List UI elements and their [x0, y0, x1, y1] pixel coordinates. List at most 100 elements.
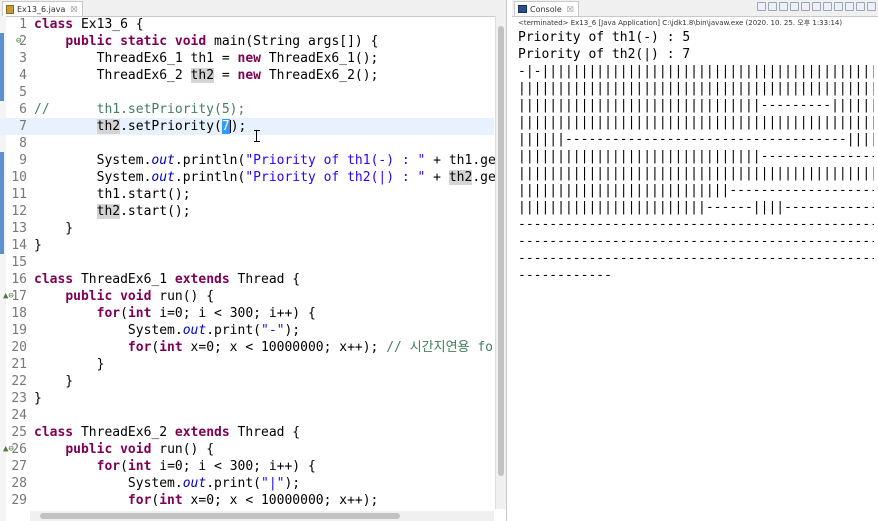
display-selected-console-icon[interactable]	[834, 2, 843, 11]
code-line[interactable]: 21 }	[0, 356, 494, 373]
remove-all-icon[interactable]	[779, 2, 788, 11]
fold-icon[interactable]: ⊖	[16, 33, 21, 50]
console-line: |||||||||||||||||||||||||||||||---------…	[518, 98, 874, 113]
code-line[interactable]: 14}	[0, 237, 494, 254]
line-number: 6	[19, 102, 27, 117]
code-line[interactable]: 17 ▲⊖ public void run() {	[0, 288, 494, 305]
code-text: System.out.print("-");	[34, 323, 301, 338]
code-text: for(int x=0; x < 10000000; x++);	[127, 493, 379, 508]
code-line[interactable]: 7 th2.setPriority(7);	[0, 118, 494, 135]
code-line[interactable]: 28 System.out.print("|");	[0, 475, 494, 492]
code-line[interactable]: 27 for(int i=0; i < 300; i++) {	[0, 458, 494, 475]
console-line: ||||||||||||||||||||||||||||||||||||||||…	[518, 81, 874, 96]
line-number: 21	[11, 357, 27, 372]
line-number: 10	[11, 170, 27, 185]
terminate-icon[interactable]	[757, 2, 766, 11]
console-line: -|-|||||||||||||||||||||||||||||||||||||…	[518, 64, 874, 79]
code-text: }	[34, 238, 42, 253]
code-line[interactable]: 16 class ThreadEx6_1 extends Thread {	[0, 271, 494, 288]
line-number: 20	[11, 340, 27, 355]
word-wrap-icon[interactable]	[812, 2, 821, 11]
line-number: 22	[11, 374, 27, 389]
code-text: class ThreadEx6_1 extends Thread {	[34, 272, 301, 287]
code-line[interactable]: 5	[0, 84, 494, 101]
code-line[interactable]: 2 ⊖ public static void main(String args[]…	[0, 33, 494, 50]
override-fold-icon[interactable]: ▲⊖	[3, 288, 14, 305]
code-line[interactable]: 18 for(int i=0; i < 300; i++) {	[0, 305, 494, 322]
line-number: 9	[19, 153, 27, 168]
close-icon[interactable]: ☒	[70, 5, 77, 14]
console-line: ||||||||||||||||||||||||||||||||||||||||…	[518, 115, 874, 130]
code-text: class ThreadEx6_2 extends Thread {	[34, 425, 301, 440]
line-number: 29	[11, 493, 27, 508]
code-line[interactable]: 29 for(int x=0; x < 10000000; x++);	[0, 492, 494, 509]
code-line[interactable]: 11 th1.start();	[0, 186, 494, 203]
caret	[229, 120, 231, 133]
code-line[interactable]: 22 }	[0, 373, 494, 390]
code-line[interactable]: 9 System.out.println("Priority of th1(-)…	[0, 152, 496, 169]
open-console-icon[interactable]	[845, 2, 854, 11]
code-text: ThreadEx6_1 th1 = new ThreadEx6_1();	[34, 51, 379, 66]
java-file-icon	[6, 4, 14, 14]
code-line[interactable]: 26 ▲⊖ public void run() {	[0, 441, 494, 458]
code-line[interactable]: 23}	[0, 390, 494, 407]
code-line[interactable]: 6 // th1.setPriority(5);	[0, 101, 494, 118]
scrollbar-thumb[interactable]	[40, 513, 400, 519]
code-line[interactable]: 13 }	[0, 220, 494, 237]
console-line: ----------------------------------------…	[518, 251, 874, 266]
line-number: 23	[11, 391, 27, 406]
console-tab-label: Console	[530, 4, 562, 14]
editor-tab-label: Ex13_6.java	[17, 4, 66, 14]
code-text: // th1.setPriority(5);	[34, 102, 246, 117]
code-text: }	[34, 374, 74, 389]
remove-launch-icon[interactable]	[768, 2, 777, 11]
console-pane[interactable]: Console ☒ <terminated> Ex13_6 [Java Appl…	[512, 0, 878, 521]
code-line[interactable]: 4 ThreadEx6_2 th2 = new ThreadEx6_2();	[0, 67, 494, 84]
console-line: ----------------------------------------…	[518, 234, 874, 249]
line-number: 19	[11, 323, 27, 338]
code-line[interactable]: 8	[0, 135, 494, 152]
minimize-icon[interactable]	[856, 2, 865, 11]
clear-console-icon[interactable]	[790, 2, 799, 11]
console-tab[interactable]: Console ☒	[514, 1, 579, 16]
code-line[interactable]: 25 class ThreadEx6_2 extends Thread {	[0, 424, 494, 441]
code-line[interactable]: 10 System.out.println("Priority of th2(|…	[0, 169, 496, 186]
text-cursor-icon	[254, 130, 260, 142]
code-text: ThreadEx6_2 th2 = new ThreadEx6_2();	[34, 68, 379, 83]
code-line[interactable]: 1 class Ex13_6 {	[0, 16, 494, 33]
code-text: }	[34, 221, 74, 236]
code-text: System.out.println("Priority of th2(|) :…	[34, 170, 496, 185]
line-number: 27	[11, 459, 27, 474]
code-editor-pane[interactable]: Ex13_6.java ☒ 1 class Ex13_6 {2 ⊖ public s…	[0, 0, 507, 521]
console-line: ----------------------------------------…	[518, 217, 874, 232]
code-text: for(int i=0; i < 300; i++) {	[96, 306, 316, 321]
console-line: |||||||||||||||||||||||||||||||---------…	[518, 149, 874, 164]
code-line[interactable]: 12 th2.start();	[0, 203, 494, 220]
code-line[interactable]: 24	[0, 407, 494, 424]
line-number: 14	[11, 238, 27, 253]
pin-console-icon[interactable]	[823, 2, 832, 11]
line-number: 28	[11, 476, 27, 491]
code-line[interactable]: 20 for(int x=0; x < 10000000; x++); // 시…	[0, 339, 500, 356]
close-icon[interactable]: ☒	[567, 5, 574, 14]
scroll-lock-icon[interactable]	[801, 2, 810, 11]
line-number: 25	[11, 425, 27, 440]
editor-tab-ex13-6[interactable]: Ex13_6.java ☒	[2, 1, 83, 16]
scrollbar-thumb[interactable]	[498, 26, 504, 476]
console-output[interactable]: Priority of th1(-) : 5 Priority of th2(|)…	[518, 29, 874, 284]
vertical-scrollbar[interactable]	[495, 16, 506, 509]
horizontal-scrollbar[interactable]	[30, 511, 494, 521]
code-text: class Ex13_6 {	[34, 17, 144, 32]
console-icon	[518, 5, 527, 13]
code-text: th2.start();	[96, 204, 191, 219]
maximize-icon[interactable]	[867, 2, 876, 11]
code-line[interactable]: 3 ThreadEx6_1 th1 = new ThreadEx6_1();	[0, 50, 494, 67]
console-line: |||||||||||||||||||||||||||-------------…	[518, 183, 874, 198]
console-line: ------------	[518, 268, 612, 283]
code-line[interactable]: 19 System.out.print("-");	[0, 322, 494, 339]
code-line[interactable]: 15	[0, 254, 494, 271]
console-line: ||||||----------------------------------…	[518, 132, 874, 147]
code-text: }	[34, 391, 42, 406]
code-text: public void run() {	[65, 289, 215, 304]
override-fold-icon[interactable]: ▲⊖	[3, 441, 14, 458]
